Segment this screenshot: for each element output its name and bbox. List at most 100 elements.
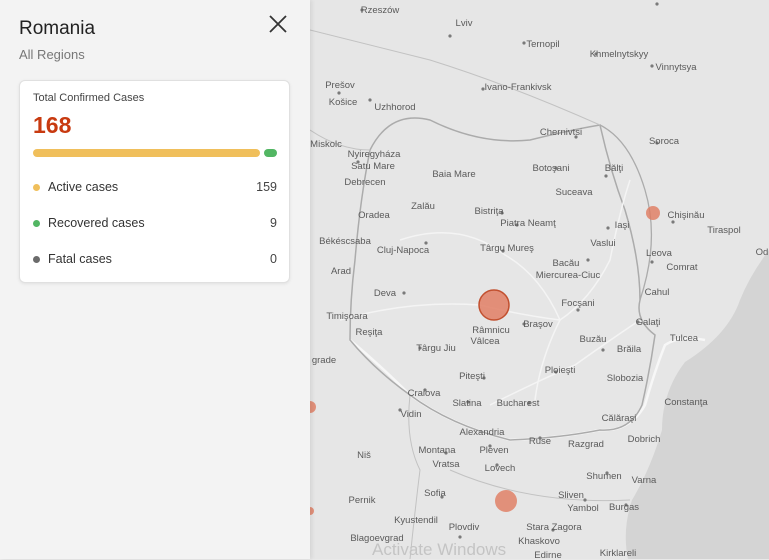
city-label: Prešov [325,80,355,91]
city-label: Khaskovo [518,536,560,547]
city-label: Comrat [666,262,698,273]
city-label: Niš [357,450,371,461]
active-cases-segment [33,149,260,157]
stat-label: Active cases [48,180,119,194]
close-icon [269,15,287,33]
city-label: Braşov [523,319,553,330]
city-label: Ivano-Frankivsk [484,82,552,93]
city-label: Nyiregyháza [347,149,401,160]
city-label: Constanţa [664,397,708,408]
fatal-dot-icon [33,256,40,263]
city-label: Slatina [452,398,482,409]
close-button[interactable] [266,12,290,36]
stat-row-fatal: Fatal cases 0 [33,252,277,268]
case-bubble[interactable] [646,206,660,220]
city-label: Shumen [586,471,622,482]
city-label: Arad [330,266,352,277]
city-label: Rzeszów [360,5,400,16]
total-confirmed-value: 168 [33,112,72,138]
city-label: Cahul [644,287,670,298]
stat-label: Recovered cases [48,216,145,230]
city-label: Ternopil [526,39,560,50]
city-label: Vaslui [590,238,616,249]
city-label: Tulcea [669,333,699,344]
city-label: Soroca [648,136,680,147]
city-label: Piatra Neamţ [500,218,556,229]
city-label: Békéscsaba [319,236,371,247]
city-label: Sofia [424,488,446,499]
city-label: Košice [328,97,358,108]
map-view[interactable]: Rzeszów Lviv Ternopil Khmelnytskyy Vinny… [310,0,769,559]
city-label: Stara Zagora [526,522,582,533]
city-label: Alexandria [459,427,505,438]
city-label: Craiova [407,388,441,399]
city-label: Debrecen [344,177,386,188]
city-label: Vratsa [432,459,460,470]
city-label: Oradea [358,210,390,221]
city-label: Târgu Jiu [416,343,456,354]
city-label: Bacău [552,258,580,269]
activate-windows-watermark: Activate Windows [372,540,507,559]
city-label: Călăraşi [601,413,637,424]
city-label: Varna [631,475,657,486]
city-label: Montana [418,445,456,456]
city-label: Khmelnytskyy [589,49,649,60]
city-label: Buzău [579,334,607,345]
city-label: Vâlcea [470,336,500,347]
recovered-dot-icon [33,220,40,227]
city-label: Târgu Mureş [480,243,534,254]
city-label: Slobozia [606,373,644,384]
city-label: Timişoara [326,311,368,322]
city-label: Zalău [411,201,435,212]
city-label: Kirklareli [599,548,637,559]
city-label: Plovdiv [448,522,480,533]
recovered-cases-segment [264,149,277,157]
stat-value: 0 [270,252,277,266]
active-dot-icon [33,184,40,191]
city-label: Vidin [400,409,422,420]
case-bubble[interactable] [495,490,517,512]
city-label: Baia Mare [432,169,476,180]
city-label: Lovech [484,463,516,474]
city-label: Bistriţa [474,206,504,217]
case-bubble[interactable] [478,289,510,321]
city-label: Chernivtsi [539,127,583,138]
city-label: Ploieşti [544,365,576,376]
city-label: Brăila [616,344,642,355]
cases-progress-bar [33,149,277,157]
city-label: Galaţi [635,317,661,328]
city-label: Pernik [348,495,376,506]
city-label: Bucharest [496,398,540,409]
city-label: Bălţi [604,163,624,174]
city-label: Pleven [479,445,509,456]
total-confirmed-label: Total Confirmed Cases [33,92,145,104]
city-label: Dobrich [627,434,661,445]
city-label: Suceava [555,187,593,198]
city-label: Sliven [558,490,584,501]
city-label: Deva [373,288,397,299]
city-label: grade [311,355,337,366]
stat-label: Fatal cases [48,252,112,266]
stat-row-recovered: Recovered cases 9 [33,216,277,232]
city-label: Miskolc [310,139,342,150]
region-title: Romania [19,18,96,39]
city-label: Ruse [528,436,552,447]
city-label: Od [755,247,769,258]
city-label: Tiraspol [707,225,741,236]
stat-row-active: Active cases 159 [33,180,277,196]
city-label: Botoşani [532,163,570,174]
city-label: Reşiţa [355,327,383,338]
city-label: Yambol [567,503,599,514]
stat-value: 9 [270,216,277,230]
city-label: Razgrad [568,439,604,450]
city-label: Satu Mare [351,161,395,172]
city-label: Miercurea-Ciuc [535,270,601,281]
city-label: Focşani [561,298,595,309]
city-label: Kyustendil [394,515,438,526]
city-label: Râmnicu [472,325,510,336]
city-label: Leova [646,248,672,259]
region-info-panel: Romania All Regions Total Confirmed Case… [0,0,310,559]
region-subtitle: All Regions [19,47,85,62]
city-label: Vinnytsya [655,62,697,73]
city-label: Iaşi [614,220,630,231]
